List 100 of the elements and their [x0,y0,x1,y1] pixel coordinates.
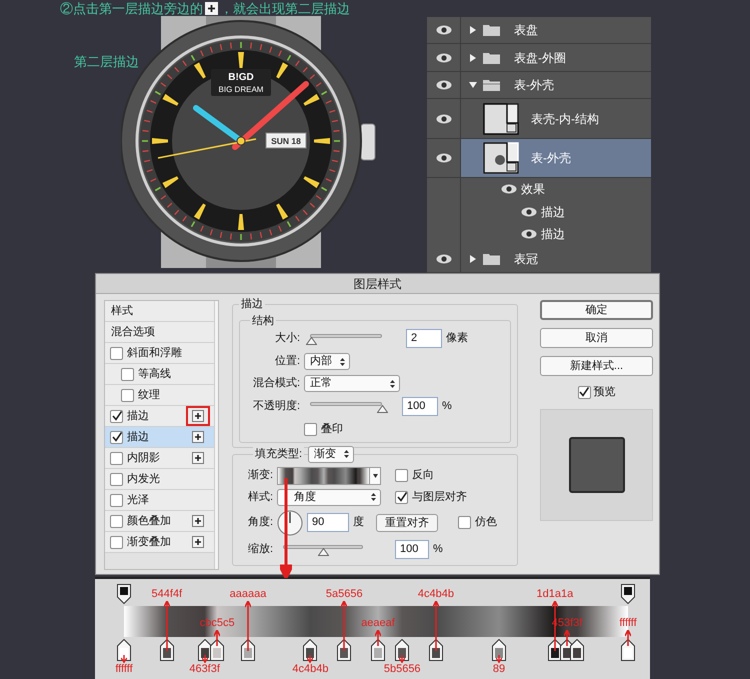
annotation-arrow [375,630,382,646]
style-list-item[interactable]: 等高线 [138,366,182,382]
layer-group-row[interactable]: 表-外壳 [461,72,651,98]
color-stop-icon[interactable] [621,639,635,661]
unit-label: 像素 [446,330,468,346]
gradient-picker[interactable] [277,466,381,484]
style-list-item[interactable]: 描边 [127,428,182,446]
color-stop-icon[interactable] [198,639,212,661]
opacity-stop-icon[interactable] [621,584,635,604]
checkbox[interactable] [110,514,123,528]
checkbox[interactable] [110,346,123,360]
color-stop-icon[interactable] [492,639,506,661]
layer-group-row[interactable]: 表冠 [461,246,651,272]
field-label: 样式: [246,490,273,505]
color-stop-icon[interactable] [428,639,443,661]
eye-icon[interactable] [436,114,452,124]
dropdown[interactable]: 正常 [304,375,400,392]
eye-icon[interactable] [436,52,452,63]
checkbox[interactable] [110,472,123,486]
scrollbar[interactable] [214,301,218,569]
style-list-item[interactable]: 样式 [105,301,214,322]
dropdown[interactable]: 渐变 [308,446,354,462]
checkbox[interactable] [110,494,123,506]
layer-row[interactable]: 表-外壳 [461,138,651,177]
style-list-item[interactable]: 内阴影 [127,450,182,466]
color-stop-icon[interactable] [337,639,352,661]
dropdown[interactable]: 角度 [277,488,381,506]
checkbox[interactable] [121,388,134,402]
caption-text: ②点击第一层描边旁边的 [60,2,203,14]
plus-icon[interactable] [192,452,204,464]
color-stop-icon[interactable] [160,639,174,661]
layer-group-row[interactable]: 表盘-外圈 [461,44,651,71]
triangle-down-icon[interactable] [469,81,477,90]
eye-icon[interactable] [501,184,517,194]
style-list-item[interactable]: 混合选项 [105,322,214,343]
checkbox[interactable] [578,386,590,399]
checkbox[interactable] [110,410,123,422]
color-stop-icon[interactable] [570,639,584,661]
plus-icon[interactable] [192,536,204,548]
eye-icon[interactable] [521,206,537,217]
checkbox[interactable] [110,452,123,464]
color-stop-icon[interactable] [210,639,224,661]
input-field[interactable]: 2 [406,329,442,348]
caret-icon [372,474,378,478]
color-stop-icon[interactable] [240,639,255,661]
up-down-icon [344,450,350,458]
plus-icon[interactable] [192,431,204,443]
checkbox[interactable] [395,490,408,504]
color-stop-icon[interactable] [303,639,318,661]
slider-thumb[interactable] [306,337,317,345]
annotation-arrow [307,655,314,663]
triangle-right-icon[interactable] [469,54,477,62]
input-field[interactable]: 100 [395,540,429,558]
checkbox[interactable] [458,516,471,529]
watch-brand-subtitle: BIG DREAM [218,85,264,94]
checkbox[interactable] [121,368,134,380]
opacity-stop-icon[interactable] [117,584,131,604]
input-field[interactable]: 90 [307,513,349,532]
layer-group-row[interactable]: 表盘 [461,17,651,44]
color-stop-icon[interactable] [117,639,131,661]
up-down-icon [340,358,345,366]
eye-icon[interactable] [436,25,452,36]
layer-row[interactable]: 表壳-内-结构 [461,99,651,138]
style-list-item[interactable]: 内发光 [127,470,182,488]
checkbox[interactable] [110,536,123,548]
style-list-item[interactable]: 渐变叠加 [127,534,182,550]
checkbox[interactable] [395,469,408,482]
color-code-label: ffffff [619,618,637,629]
dropdown[interactable]: 内部 [304,353,350,370]
field-label: 混合模式: [252,376,300,392]
dialog-button[interactable]: 取消 [540,328,653,348]
checkbox[interactable] [304,422,317,436]
color-stop-icon[interactable] [395,639,410,661]
eye-icon[interactable] [436,152,452,163]
input-field[interactable]: 100 [402,397,438,416]
plus-icon[interactable] [192,515,204,527]
plus-icon[interactable] [192,410,204,422]
style-list-item[interactable]: 光泽 [127,492,182,508]
folder-icon [483,24,500,36]
style-list-item[interactable]: 颜色叠加 [127,512,182,530]
annotation-arrow [496,655,502,663]
check-icon [396,492,406,502]
annotation-arrow [214,630,220,646]
eye-icon[interactable] [436,254,452,264]
dialog-button[interactable]: 新建样式... [540,356,653,376]
slider-thumb[interactable] [376,405,388,413]
add-button-slot[interactable] [186,406,210,426]
checkbox[interactable] [110,430,123,444]
dialog-button[interactable]: 确定 [540,300,653,320]
reset-align-button[interactable]: 重置对齐 [376,514,438,532]
triangle-right-icon[interactable] [469,26,477,34]
triangle-right-icon[interactable] [469,254,477,263]
checkbox-label: 仿色 [475,515,497,530]
eye-icon[interactable] [436,80,452,90]
color-stop-icon[interactable] [371,639,386,661]
style-list-item[interactable]: 描边 [127,408,182,424]
style-list-item[interactable]: 斜面和浮雕 [127,344,182,362]
eye-icon[interactable] [521,229,537,240]
check-icon [112,411,122,421]
style-list-item[interactable]: 纹理 [138,386,182,404]
